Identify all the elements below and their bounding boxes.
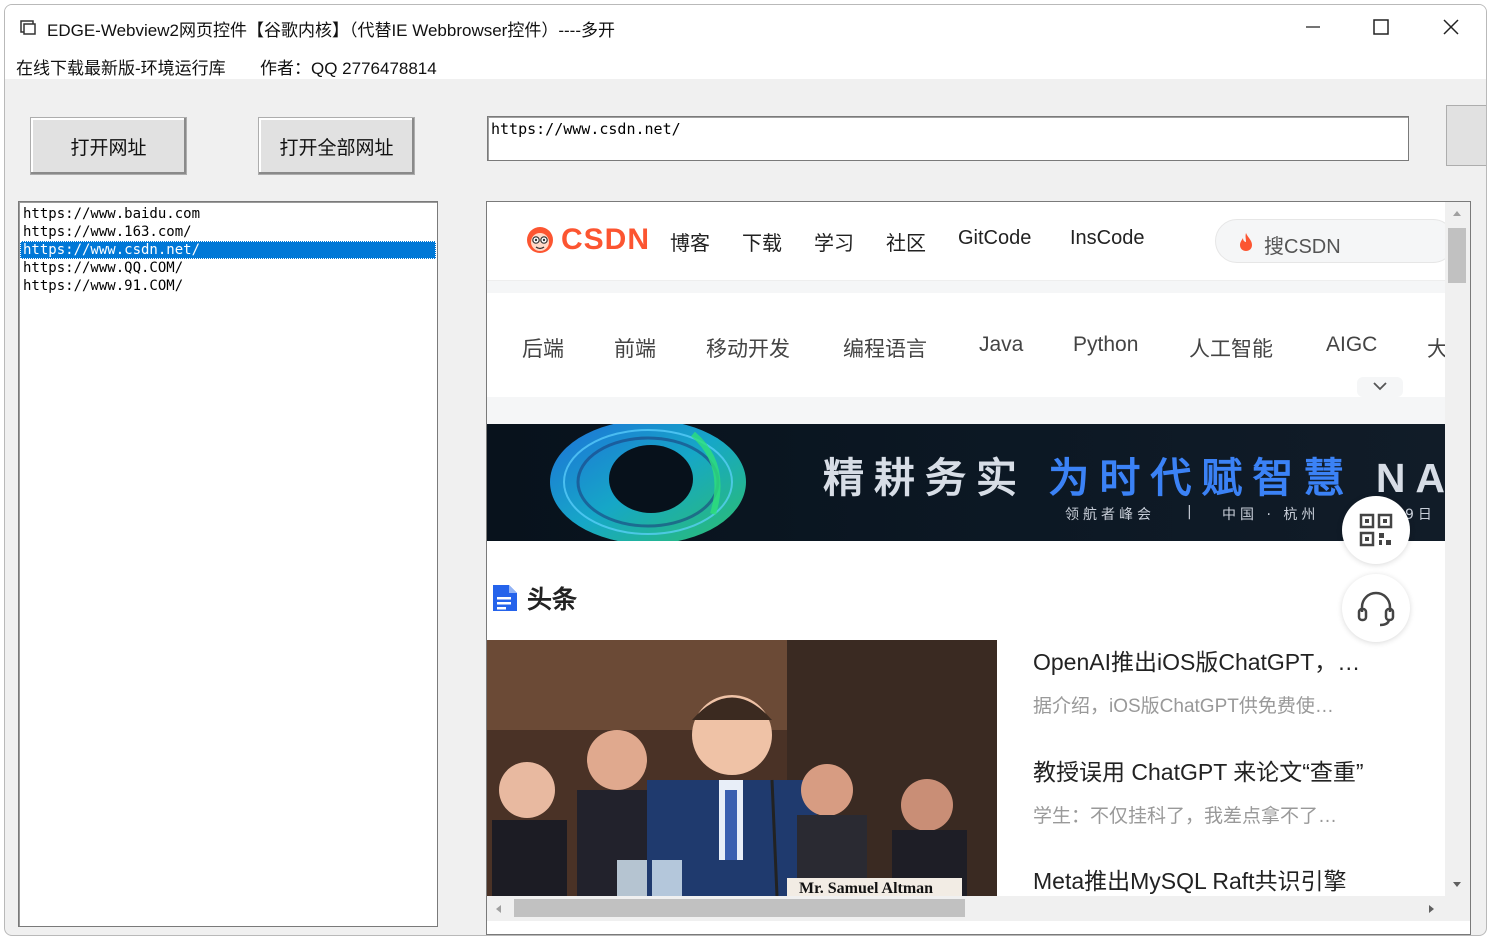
article-title[interactable]: Meta推出MySQL Raft共识引擎	[1033, 862, 1347, 896]
minimize-icon	[1306, 26, 1320, 28]
banner-sub-left: 领航者峰会	[1065, 507, 1155, 523]
maximize-icon	[1373, 19, 1389, 35]
nav-blog[interactable]: 博客	[670, 227, 710, 256]
article-title[interactable]: 教授误用 ChatGPT 来论文“查重”	[1033, 753, 1364, 787]
csdn-logo[interactable]: CSDN	[523, 223, 651, 256]
nav-community[interactable]: 社区	[886, 227, 926, 256]
cat-backend[interactable]: 后端	[522, 333, 564, 363]
scroll-up-arrow-icon[interactable]	[1451, 208, 1463, 218]
cat-python[interactable]: Python	[1073, 333, 1138, 357]
extra-button[interactable]	[1446, 105, 1486, 166]
title-bar[interactable]: EDGE-Webview2网页控件【谷歌内核】（代替IE Webbrowser控…	[5, 5, 1486, 50]
banner-title-part2: 为时代赋智慧	[1048, 455, 1355, 501]
list-item[interactable]: https://www.QQ.COM/	[20, 259, 436, 277]
app-window: EDGE-Webview2网页控件【谷歌内核】（代替IE Webbrowser控…	[4, 4, 1487, 936]
article-item[interactable]: Meta推出MySQL Raft共识引擎	[1033, 862, 1347, 896]
open-url-button[interactable]: 打开网址	[30, 117, 187, 175]
close-button[interactable]	[1433, 11, 1469, 43]
nav-inscode[interactable]: InsCode	[1070, 227, 1145, 250]
vertical-scroll-thumb[interactable]	[1448, 228, 1466, 283]
webview2-browser[interactable]: CSDN 博客 下载 学习 社区 GitCode InsCode 搜CSDN 后…	[486, 201, 1471, 935]
csdn-header: CSDN 博客 下载 学习 社区 GitCode InsCode 搜CSDN	[487, 202, 1445, 281]
nav-download[interactable]: 下载	[742, 227, 782, 256]
list-item[interactable]: https://www.91.COM/	[20, 277, 436, 295]
vertical-scrollbar[interactable]	[1445, 202, 1470, 896]
app-icon	[20, 20, 36, 35]
cat-frontend[interactable]: 前端	[614, 333, 656, 363]
article-title[interactable]: OpenAI推出iOS版ChatGPT，…	[1033, 643, 1360, 677]
minimize-button[interactable]	[1295, 11, 1331, 43]
horizontal-scroll-thumb[interactable]	[514, 899, 965, 917]
qr-code-button[interactable]	[1342, 496, 1410, 564]
nameplate: Mr. Samuel Altman	[799, 880, 934, 896]
list-item[interactable]: https://www.baidu.com	[20, 205, 436, 223]
close-icon	[1443, 19, 1459, 35]
cat-languages[interactable]: 编程语言	[843, 333, 927, 363]
maximize-button[interactable]	[1363, 11, 1399, 43]
document-icon	[493, 585, 517, 611]
url-input[interactable]: https://www.csdn.net/	[487, 116, 1409, 161]
menu-author[interactable]: 作者：QQ 2776478814	[260, 54, 437, 79]
cat-mobile[interactable]: 移动开发	[706, 333, 790, 363]
list-item[interactable]: https://www.163.com/	[20, 223, 436, 241]
article-item[interactable]: 教授误用 ChatGPT 来论文“查重” 学生：不仅挂科了，我差点拿不了…	[1033, 753, 1364, 828]
scroll-left-arrow-icon[interactable]	[493, 903, 503, 915]
csdn-logo-text: CSDN	[561, 223, 651, 256]
qr-code-icon	[1359, 513, 1393, 547]
menu-bar: 在线下载最新版-环境运行库 作者：QQ 2776478814	[5, 50, 1486, 79]
banner-title: 精耕务实 为时代赋智慧 NAV	[823, 444, 1445, 504]
photo-illustration	[487, 640, 997, 896]
banner-sub-sep: |	[1187, 504, 1196, 520]
nav-gitcode[interactable]: GitCode	[958, 227, 1031, 250]
nav-learn[interactable]: 学习	[814, 227, 854, 256]
flame-icon	[1240, 233, 1252, 251]
url-listbox[interactable]: https://www.baidu.com https://www.163.co…	[18, 201, 438, 927]
cat-more[interactable]: 大	[1427, 333, 1445, 363]
menu-download-runtime[interactable]: 在线下载最新版-环境运行库	[16, 54, 226, 79]
cat-ai[interactable]: 人工智能	[1189, 333, 1273, 363]
open-all-urls-button[interactable]: 打开全部网址	[258, 117, 415, 175]
divider	[487, 281, 1445, 293]
cat-aigc[interactable]: AIGC	[1326, 333, 1377, 357]
article-desc: 学生：不仅挂科了，我差点拿不了…	[1033, 806, 1338, 827]
window-title: EDGE-Webview2网页控件【谷歌内核】（代替IE Webbrowser控…	[47, 21, 615, 40]
csdn-search-box[interactable]: 搜CSDN	[1215, 219, 1445, 263]
banner-title-part3: NAV	[1375, 455, 1445, 501]
banner-graphic	[550, 424, 746, 541]
divider	[487, 397, 1445, 424]
banner-title-part1: 精耕务实	[823, 455, 1027, 501]
article-desc: 据介绍，iOS版ChatGPT供免费使…	[1033, 696, 1334, 717]
headline-photo[interactable]: Mr. Samuel Altman	[487, 640, 997, 896]
customer-service-button[interactable]	[1342, 574, 1410, 642]
scroll-down-arrow-icon[interactable]	[1451, 880, 1463, 890]
headline-heading: 头条	[527, 586, 578, 614]
article-item[interactable]: OpenAI推出iOS版ChatGPT，… 据介绍，iOS版ChatGPT供免费…	[1033, 643, 1360, 718]
scroll-right-arrow-icon[interactable]	[1427, 903, 1437, 915]
search-placeholder: 搜CSDN	[1264, 236, 1341, 258]
monkey-logo-icon	[527, 227, 553, 253]
chevron-down-icon[interactable]	[1357, 377, 1403, 397]
web-viewport[interactable]: CSDN 博客 下载 学习 社区 GitCode InsCode 搜CSDN 后…	[487, 202, 1445, 896]
category-bar: 后端 前端 移动开发 编程语言 Java Python 人工智能 AIGC 大	[487, 293, 1445, 397]
banner-sub-mid: 中国 · 杭州	[1222, 507, 1320, 523]
headset-icon	[1357, 591, 1395, 627]
horizontal-scrollbar[interactable]	[487, 896, 1470, 921]
cat-java[interactable]: Java	[979, 333, 1023, 357]
promo-banner[interactable]: 精耕务实 为时代赋智慧 NAV 领航者峰会 | 中国 · 杭州 9日	[487, 424, 1445, 541]
list-item-selected[interactable]: https://www.csdn.net/	[20, 241, 436, 259]
